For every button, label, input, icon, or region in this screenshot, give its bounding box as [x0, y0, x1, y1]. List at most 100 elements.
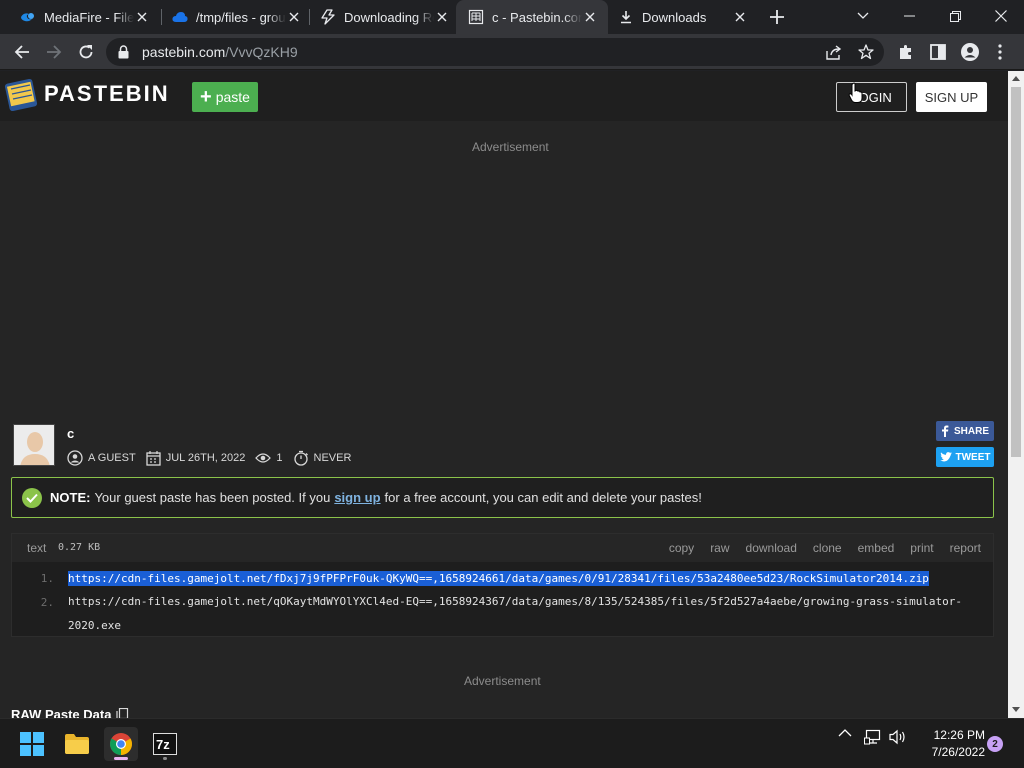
tab-tmp-files[interactable]: /tmp/files - grou	[160, 0, 312, 34]
close-icon[interactable]	[434, 9, 450, 25]
check-circle-icon	[22, 487, 42, 508]
active-indicator	[114, 757, 128, 760]
advertisement-label: Advertisement	[464, 674, 541, 688]
7zip-icon: 7z	[153, 733, 177, 755]
code-line: 2. https://cdn-files.gamejolt.net/qOKayt…	[12, 591, 993, 615]
volume-icon[interactable]	[889, 729, 907, 745]
close-window-button[interactable]	[978, 0, 1024, 32]
lightning-icon	[320, 9, 336, 25]
download-icon	[618, 9, 634, 25]
network-icon[interactable]	[864, 729, 882, 745]
copy-action[interactable]: copy	[669, 541, 694, 555]
restore-icon	[949, 10, 961, 22]
browser-menu-button[interactable]	[986, 38, 1014, 66]
7zip-taskbar-button[interactable]: 7z	[148, 727, 182, 761]
minimize-icon	[903, 15, 915, 17]
minimize-button[interactable]	[886, 0, 932, 32]
close-icon[interactable]	[582, 9, 598, 25]
start-button[interactable]	[15, 727, 49, 761]
tab-downloads[interactable]: Downloads	[606, 0, 758, 34]
avatar[interactable]	[13, 424, 55, 466]
back-button[interactable]	[8, 38, 36, 66]
paste-code-box: text 0.27 KB copy raw download clone emb…	[11, 533, 994, 637]
profile-button[interactable]	[956, 38, 984, 66]
login-button[interactable]: LOGIN	[836, 82, 907, 112]
windows-start-icon	[20, 732, 44, 756]
code-line-text[interactable]: https://cdn-files.gamejolt.net/qOKaytMdW…	[68, 595, 962, 608]
pastebin-logo-icon	[4, 77, 38, 112]
syntax-label[interactable]: text	[27, 541, 46, 555]
chevron-up-icon	[838, 729, 852, 737]
close-icon[interactable]	[286, 9, 302, 25]
timer-icon	[293, 450, 308, 466]
forward-button[interactable]	[40, 38, 68, 66]
facebook-icon	[941, 425, 949, 437]
close-icon	[995, 10, 1007, 22]
logo-text: PASTEBIN	[44, 81, 170, 106]
pastebin-logo[interactable]: PASTEBIN	[4, 77, 170, 112]
tab-title: MediaFire - File	[44, 9, 134, 25]
line-number: 2.	[40, 596, 54, 609]
file-explorer-button[interactable]	[60, 727, 94, 761]
eye-icon	[255, 453, 272, 463]
browser-tabstrip: MediaFire - File /tmp/files - grou Downl…	[0, 0, 1024, 34]
report-action[interactable]: report	[950, 541, 981, 555]
tab-title: Downloads	[642, 9, 707, 25]
close-icon[interactable]	[732, 9, 748, 25]
paste-meta: A GUEST JUL 26TH, 2022 1 NEVER	[67, 450, 361, 466]
raw-action[interactable]: raw	[710, 541, 729, 555]
tab-downloading[interactable]: Downloading Ro	[308, 0, 460, 34]
embed-action[interactable]: embed	[858, 541, 895, 555]
lock-icon[interactable]	[118, 45, 132, 59]
print-action[interactable]: print	[910, 541, 933, 555]
guest-avatar-icon	[14, 425, 54, 465]
close-icon[interactable]	[134, 9, 150, 25]
scrollbar-thumb[interactable]	[1011, 87, 1021, 457]
extensions-button[interactable]	[892, 38, 920, 66]
paste-date: JUL 26TH, 2022	[146, 450, 245, 466]
reload-icon	[79, 45, 93, 59]
mouse-cursor-icon	[848, 82, 864, 109]
facebook-share-button[interactable]: SHARE	[936, 421, 994, 441]
tab-search-button[interactable]	[840, 0, 886, 32]
code-line-text[interactable]: 2020.exe	[68, 619, 121, 632]
windows-taskbar: 7z 12:26 PM 7/26/2022 2	[0, 718, 1024, 768]
scroll-up-arrow-icon[interactable]	[1012, 76, 1020, 81]
notice-text-before: Your guest paste has been posted. If you	[94, 490, 331, 505]
url-host: pastebin.com	[142, 44, 226, 60]
tab-pastebin[interactable]: c - Pastebin.com	[456, 0, 608, 34]
copy-icon[interactable]	[116, 707, 130, 719]
paste-author[interactable]: A GUEST	[67, 450, 136, 466]
signup-button[interactable]: SIGN UP	[916, 82, 987, 112]
notification-badge[interactable]: 2	[987, 736, 1003, 752]
download-action[interactable]: download	[746, 541, 797, 555]
new-paste-button[interactable]: + paste	[192, 82, 258, 112]
taskbar-clock[interactable]: 12:26 PM 7/26/2022	[915, 727, 985, 761]
paste-size: 0.27 KB	[58, 542, 101, 553]
bookmark-star-icon[interactable]	[854, 42, 878, 62]
arrow-right-icon	[47, 45, 62, 59]
code-lines: 1. https://cdn-files.gamejolt.net/fDxj7j…	[12, 567, 993, 639]
signup-link[interactable]: sign up	[334, 490, 380, 505]
page-scrollbar[interactable]	[1008, 71, 1024, 718]
code-line-text[interactable]: https://cdn-files.gamejolt.net/fDxj7j9fP…	[68, 571, 929, 586]
side-panel-button[interactable]	[924, 38, 952, 66]
reload-button[interactable]	[72, 38, 100, 66]
code-line-continuation: 2020.exe	[12, 615, 993, 639]
new-tab-button[interactable]	[766, 6, 788, 28]
show-hidden-icons[interactable]	[838, 729, 852, 737]
user-icon	[67, 450, 83, 466]
chrome-taskbar-button[interactable]	[104, 727, 138, 761]
plus-icon: +	[200, 86, 212, 108]
paste-views: 1	[255, 452, 283, 464]
restore-button[interactable]	[932, 0, 978, 32]
share-page-icon[interactable]	[822, 42, 846, 62]
twitter-tweet-button[interactable]: TWEET	[936, 447, 994, 467]
page-content: PASTEBIN + paste LOGIN SIGN UP Advertise…	[0, 71, 1008, 718]
scroll-down-arrow-icon[interactable]	[1012, 707, 1020, 712]
tab-title: Downloading Ro	[344, 9, 434, 25]
address-bar[interactable]: pastebin.com/VvvQzKH9	[106, 38, 884, 66]
arrow-left-icon	[14, 45, 29, 59]
clone-action[interactable]: clone	[813, 541, 842, 555]
tab-mediafire[interactable]: MediaFire - File	[8, 0, 160, 34]
